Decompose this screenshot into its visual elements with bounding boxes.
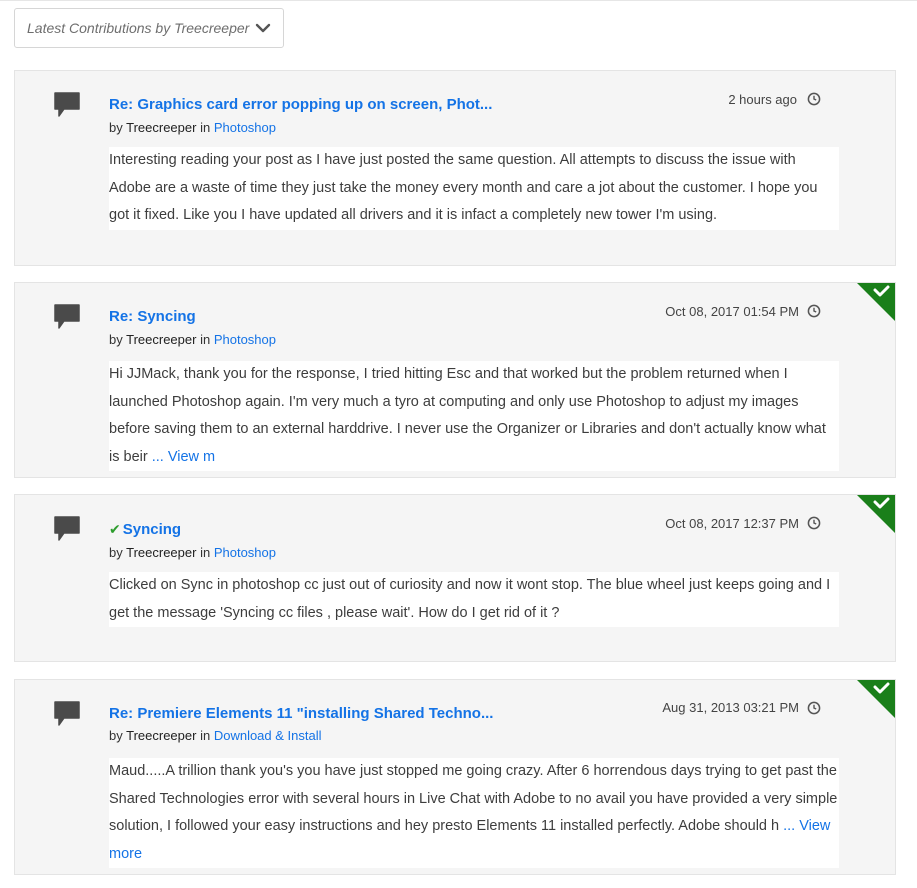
post-body: Interesting reading your post as I have … <box>109 147 839 230</box>
author-name[interactable]: Treecreeper <box>126 545 196 560</box>
view-more-link[interactable]: ... View m <box>152 449 215 465</box>
solved-check-icon: ✔ <box>109 521 121 537</box>
post-byline: by Treecreeper in Download & Install <box>109 728 322 743</box>
board-link[interactable]: Photoshop <box>214 120 276 135</box>
contribution-card: ✔ Syncing by Treecreeper in Photoshop Oct… <box>14 494 896 662</box>
speech-bubble-icon <box>54 516 80 541</box>
accepted-solution-icon <box>857 283 895 321</box>
by-label: by <box>109 545 123 560</box>
speech-bubble-icon <box>54 701 80 726</box>
post-title-link[interactable]: Re: Graphics card error popping up on sc… <box>109 96 492 113</box>
chevron-down-icon <box>255 23 271 33</box>
contribution-card: Re: Premiere Elements 11 "installing Sha… <box>14 679 896 875</box>
author-name[interactable]: Treecreeper <box>126 728 196 743</box>
by-label: by <box>109 120 123 135</box>
by-label: by <box>109 332 123 347</box>
clock-icon <box>807 701 821 715</box>
post-byline: by Treecreeper in Photoshop <box>109 332 276 347</box>
by-label: by <box>109 728 123 743</box>
post-byline: by Treecreeper in Photoshop <box>109 545 276 560</box>
post-title-text: Syncing <box>122 521 182 538</box>
post-title-link[interactable]: Re: Syncing <box>109 308 196 325</box>
in-label: in <box>200 120 211 135</box>
board-link[interactable]: Photoshop <box>214 332 276 347</box>
contribution-card: Re: Syncing by Treecreeper in Photoshop … <box>14 282 896 478</box>
top-divider <box>0 0 917 3</box>
contributions-filter-dropdown[interactable]: Latest Contributions by Treecreeper <box>14 8 284 48</box>
clock-icon <box>807 92 821 106</box>
author-name[interactable]: Treecreeper <box>126 332 196 347</box>
accepted-solution-icon <box>857 495 895 533</box>
board-link[interactable]: Photoshop <box>214 545 276 560</box>
clock-icon <box>807 516 821 530</box>
board-link[interactable]: Download & Install <box>214 728 322 743</box>
post-date: Aug 31, 2013 03:21 PM <box>662 700 799 715</box>
post-excerpt: Clicked on Sync in photoshop cc just out… <box>109 577 831 621</box>
post-title-link[interactable]: Re: Premiere Elements 11 "installing Sha… <box>109 705 493 722</box>
post-date: Oct 08, 2017 01:54 PM <box>665 304 799 319</box>
post-excerpt: Maud.....A trillion thank you's you have… <box>109 763 838 834</box>
filter-label: Latest Contributions by Treecreeper <box>27 20 250 36</box>
clock-icon <box>807 304 821 318</box>
post-excerpt: Hi JJMack, thank you for the response, I… <box>109 366 826 465</box>
post-body: Hi JJMack, thank you for the response, I… <box>109 361 839 471</box>
speech-bubble-icon <box>54 92 80 117</box>
speech-bubble-icon <box>54 304 80 329</box>
in-label: in <box>200 332 211 347</box>
post-body: Maud.....A trillion thank you's you have… <box>109 758 839 868</box>
post-date: 2 hours ago <box>728 92 797 107</box>
post-title-link[interactable]: ✔ Syncing <box>109 521 181 538</box>
post-body: Clicked on Sync in photoshop cc just out… <box>109 572 839 627</box>
author-name[interactable]: Treecreeper <box>126 120 196 135</box>
post-byline: by Treecreeper in Photoshop <box>109 120 276 135</box>
accepted-solution-icon <box>857 680 895 718</box>
post-excerpt: Interesting reading your post as I have … <box>109 152 818 223</box>
contribution-card: Re: Graphics card error popping up on sc… <box>14 70 896 266</box>
in-label: in <box>200 545 211 560</box>
post-date: Oct 08, 2017 12:37 PM <box>665 516 799 531</box>
in-label: in <box>200 728 211 743</box>
